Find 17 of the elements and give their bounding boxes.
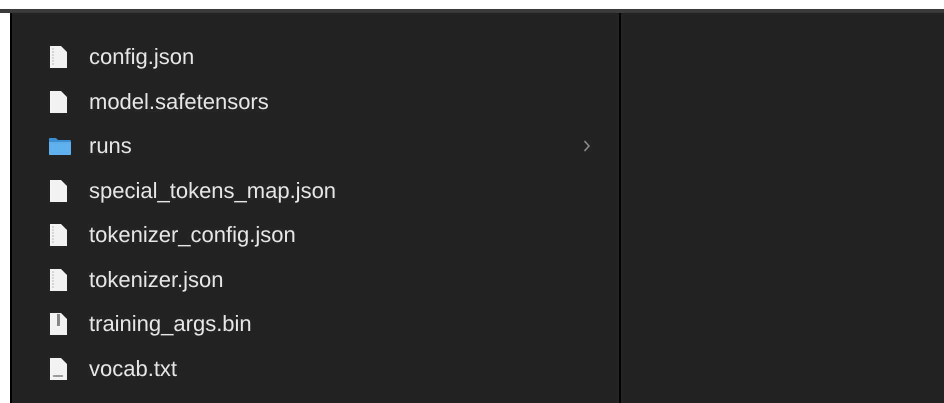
file-name: special_tokens_map.json <box>89 178 336 204</box>
file-row[interactable]: tokenizer_config.json <box>12 213 619 258</box>
file-name: vocab.txt <box>89 356 178 382</box>
file-row[interactable]: vocab.txt <box>12 346 619 391</box>
file-name: training_args.bin <box>89 311 252 338</box>
file-name: model.safetensors <box>89 88 269 115</box>
file-row[interactable]: model.safetensors <box>12 80 619 124</box>
file-name: tokenizer_config.json <box>89 222 296 248</box>
file-name: tokenizer.json <box>89 266 224 293</box>
file-row[interactable]: special_tokens_map.json <box>12 168 619 213</box>
file-row[interactable]: runs <box>12 124 619 168</box>
file-row[interactable]: config.json <box>12 35 619 80</box>
file-name: runs <box>89 133 132 160</box>
file-row[interactable]: training_args.bin <box>12 302 619 346</box>
chevron-icon <box>583 140 591 152</box>
file-name: config.json <box>89 44 194 70</box>
file-row[interactable]: tokenizer.json <box>12 258 619 302</box>
